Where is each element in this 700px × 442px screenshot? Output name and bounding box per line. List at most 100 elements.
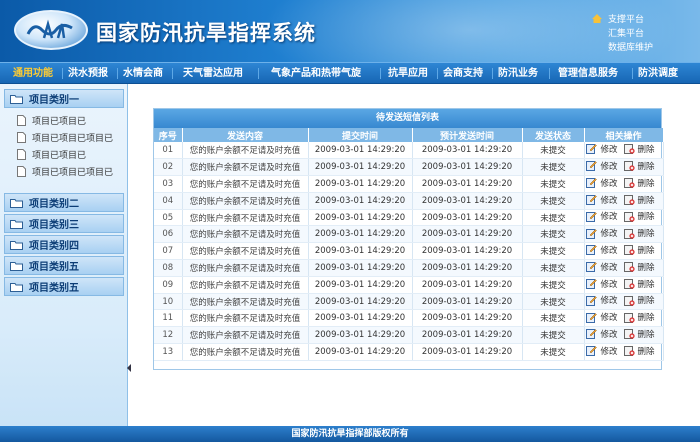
delete-button[interactable]: 删除 [623,177,661,189]
delete-button[interactable]: 删除 [623,345,661,357]
document-icon [17,114,26,126]
top-link-db[interactable]: 数据库维护 [592,39,653,53]
delete-button[interactable]: 删除 [623,227,661,239]
delete-icon [623,178,635,189]
delete-button[interactable]: 删除 [623,278,661,290]
delete-button[interactable]: 删除 [623,311,661,323]
edit-label: 修改 [600,313,618,324]
nav-item-flood-business[interactable]: 防汛业务 [498,63,538,84]
table-row: 01 您的账户余额不足请及时充值 2009-03-01 14:29:20 2009-0… [154,142,664,160]
sidebar-sub-item[interactable]: 项目已项目已 [17,146,86,162]
delete-button[interactable]: 删除 [623,294,661,307]
row-submit-time: 2009-03-01 14:29:20 [308,259,413,277]
row-content: 您的账户余额不足请及时充值 [182,225,309,244]
table-row: 04 您的账户余额不足请及时充值 2009-03-01 14:29:20 2009-0… [154,192,664,210]
edit-button[interactable]: 修改 [586,227,623,239]
top-link-collect[interactable]: 汇集平台 [592,25,653,39]
edit-label: 修改 [600,195,618,206]
sidebar-category-5[interactable]: 项目类别五 [4,256,124,275]
delete-button[interactable]: 删除 [623,261,661,273]
row-submit-time: 2009-03-01 14:29:20 [308,192,413,210]
edit-button[interactable]: 修改 [586,143,623,155]
table-row: 03 您的账户余额不足请及时充值 2009-03-01 14:29:20 2009-0… [154,175,664,193]
edit-button[interactable]: 修改 [586,177,623,189]
edit-label: 修改 [600,262,618,273]
delete-label: 删除 [637,296,655,307]
edit-button[interactable]: 修改 [586,311,623,323]
delete-button[interactable]: 删除 [623,328,661,340]
sidebar-sub-item[interactable]: 项目已项目已项目已 [17,129,113,145]
edit-button[interactable]: 修改 [586,210,623,222]
nav-item-general[interactable]: 通用功能 [13,63,53,84]
nav-item-weather-radar[interactable]: 天气雷达应用 [183,63,243,84]
row-send-time: 2009-03-01 14:29:20 [412,293,523,311]
document-icon [17,131,26,143]
system-title: 国家防汛抗旱指挥系统 [96,21,316,45]
row-content: 您的账户余额不足请及时充值 [182,259,309,277]
nav-item-flood-dispatch[interactable]: 防洪调度 [638,63,678,84]
sidebar-sub-item[interactable]: 项目已项目已 [17,112,86,128]
nav-separator [62,68,63,79]
delete-button[interactable]: 删除 [623,143,661,155]
row-submit-time: 2009-03-01 14:29:20 [308,276,413,294]
edit-label: 修改 [600,296,618,307]
delete-button[interactable]: 删除 [623,194,661,206]
table-row: 13 您的账户余额不足请及时充值 2009-03-01 14:29:20 2009-0… [154,343,664,361]
sub-item-label: 项目已项目已项目已 [32,167,114,178]
edit-button[interactable]: 修改 [586,160,623,172]
edit-icon [586,295,598,306]
edit-button[interactable]: 修改 [586,278,623,290]
nav-item-consult-support[interactable]: 会商支持 [443,63,483,84]
delete-button[interactable]: 删除 [623,244,661,256]
edit-icon [586,262,598,273]
top-link-label: 汇集平台 [608,28,645,39]
row-submit-time: 2009-03-01 14:29:20 [308,343,413,361]
nav-item-drought[interactable]: 抗旱应用 [388,63,428,84]
edit-button[interactable]: 修改 [586,194,623,206]
edit-button[interactable]: 修改 [586,244,623,256]
row-actions: 修改 删除 [584,293,664,311]
row-actions: 修改 删除 [584,175,664,193]
sidebar-category-2[interactable]: 项目类别二 [4,193,124,212]
sidebar-category-3[interactable]: 项目类别三 [4,214,124,233]
nav-item-flood-forecast[interactable]: 洪水预报 [68,63,108,84]
edit-label: 修改 [600,229,618,240]
category-label: 项目类别三 [29,220,79,231]
main-nav: 通用功能 洪水预报 水情会商 天气雷达应用 气象产品和热带气旋 抗旱应用 会商支… [0,62,700,84]
row-index: 02 [154,158,183,177]
delete-button[interactable]: 删除 [623,210,661,223]
row-actions: 修改 删除 [584,142,664,160]
sidebar-category-1[interactable]: 项目类别一 [4,89,124,108]
row-actions: 修改 删除 [584,192,664,210]
edit-label: 修改 [600,178,618,189]
edit-button[interactable]: 修改 [586,345,623,357]
edit-button[interactable]: 修改 [586,328,623,340]
row-send-time: 2009-03-01 14:29:20 [412,343,523,361]
delete-button[interactable]: 删除 [623,160,661,172]
nav-item-water-consult[interactable]: 水情会商 [123,63,163,84]
delete-label: 删除 [637,144,655,155]
sidebar-category-4[interactable]: 项目类别四 [4,235,124,254]
sidebar-category-6[interactable]: 项目类别五 [4,277,124,296]
nav-separator [549,68,550,79]
edit-button[interactable]: 修改 [586,294,623,306]
nav-item-meteorology[interactable]: 气象产品和热带气旋 [271,63,361,84]
edit-button[interactable]: 修改 [586,261,623,273]
row-send-time: 2009-03-01 14:29:20 [412,276,523,294]
row-content: 您的账户余额不足请及时充值 [182,276,309,294]
row-actions: 修改 删除 [584,209,664,227]
column-header: 发送内容 [182,128,309,142]
table-row: 11 您的账户余额不足请及时充值 2009-03-01 14:29:20 2009-0… [154,309,664,328]
sidebar-collapse-icon[interactable] [127,364,131,372]
row-submit-time: 2009-03-01 14:29:20 [308,326,413,345]
column-header: 发送状态 [522,128,585,142]
nav-separator [492,68,493,79]
sidebar-sub-item[interactable]: 项目已项目已项目已 [17,163,113,179]
home-icon [592,13,602,23]
delete-label: 删除 [637,212,655,223]
column-header: 序号 [154,128,183,142]
edit-icon [586,144,598,155]
top-link-support[interactable]: 支撑平台 [592,11,653,25]
row-index: 01 [154,142,183,160]
nav-item-management[interactable]: 管理信息服务 [558,63,618,84]
